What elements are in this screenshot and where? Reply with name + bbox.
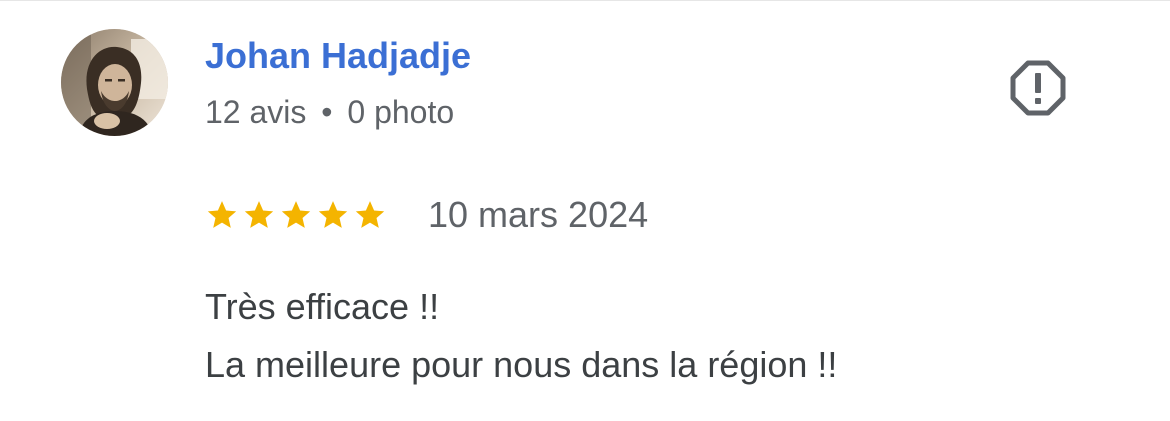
reviewer-stats: 12 avis • 0 photo: [205, 93, 454, 131]
photos-count: 0 photo: [347, 94, 455, 130]
top-divider: [0, 0, 1170, 1]
avatar-photo: [61, 29, 168, 136]
star-icon: [281, 201, 311, 228]
star-icon: [207, 201, 237, 228]
star-icon: [244, 201, 274, 228]
star-icon: [355, 201, 385, 228]
reviews-count: 12 avis: [205, 94, 307, 130]
reviewer-avatar[interactable]: [61, 29, 168, 136]
review-date: 10 mars 2024: [428, 194, 649, 235]
star-rating: [205, 198, 387, 232]
review-text-line: Très efficace !!: [205, 286, 440, 327]
reviewer-name-link[interactable]: Johan Hadjadje: [205, 34, 471, 78]
review-text-line: La meilleure pour nous dans la région !!: [205, 344, 838, 385]
report-icon[interactable]: [1010, 60, 1066, 116]
meta-separator: •: [321, 94, 333, 130]
review-text: Très efficace !! La meilleure pour nous …: [205, 278, 837, 394]
rating-row: 10 mars 2024: [205, 192, 648, 238]
star-icon: [318, 201, 348, 228]
report-octagon-icon: [1010, 60, 1066, 116]
